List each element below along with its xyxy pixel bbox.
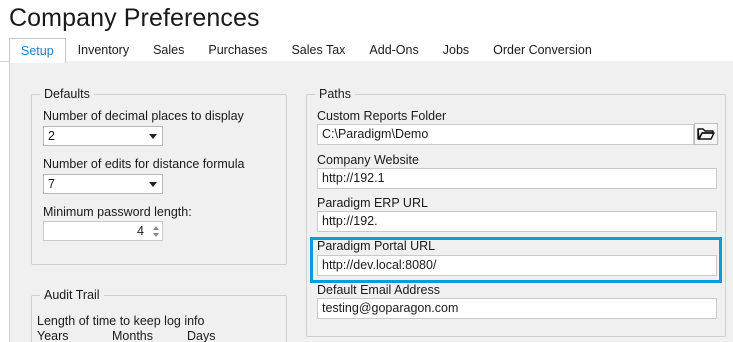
- tab-purchases[interactable]: Purchases: [196, 38, 279, 62]
- reports-folder-input[interactable]: C:\Paradigm\Demo: [317, 124, 694, 145]
- reports-folder-label: Custom Reports Folder: [317, 109, 447, 123]
- tab-bar: Setup Inventory Sales Purchases Sales Ta…: [9, 38, 604, 63]
- spin-up-icon[interactable]: [153, 226, 159, 230]
- window-title: Company Preferences: [9, 4, 260, 32]
- chevron-down-icon: [149, 182, 157, 187]
- password-length-label: Minimum password length:: [43, 205, 192, 219]
- erp-url-input[interactable]: http://192.: [317, 211, 717, 232]
- tab-jobs[interactable]: Jobs: [431, 38, 481, 62]
- default-email-label: Default Email Address: [317, 283, 440, 297]
- folder-icon: [697, 128, 715, 140]
- log-retention-label: Length of time to keep log info: [37, 314, 205, 328]
- days-label: Days: [187, 329, 216, 342]
- tab-sales[interactable]: Sales: [141, 38, 196, 62]
- distance-edits-select[interactable]: 7: [43, 174, 163, 194]
- spin-down-icon[interactable]: [153, 233, 159, 237]
- years-label: Years: [37, 329, 69, 342]
- chevron-down-icon: [149, 134, 157, 139]
- paths-legend: Paths: [319, 87, 351, 101]
- defaults-legend: Defaults: [44, 87, 90, 101]
- portal-url-highlight: [310, 237, 722, 283]
- company-website-input[interactable]: http://192.1: [317, 168, 717, 189]
- default-email-input[interactable]: testing@goparagon.com: [317, 298, 717, 319]
- tab-order-conversion[interactable]: Order Conversion: [481, 38, 604, 62]
- audit-trail-legend: Audit Trail: [44, 288, 100, 302]
- decimal-places-select[interactable]: 2: [43, 126, 163, 146]
- decimal-places-label: Number of decimal places to display: [43, 109, 244, 123]
- distance-edits-label: Number of edits for distance formula: [43, 157, 245, 171]
- tab-inventory[interactable]: Inventory: [66, 38, 141, 62]
- tab-sales-tax[interactable]: Sales Tax: [279, 38, 357, 62]
- browse-folder-button[interactable]: [694, 123, 718, 145]
- tab-add-ons[interactable]: Add-Ons: [357, 38, 430, 62]
- distance-edits-value: 7: [48, 177, 55, 191]
- company-website-label: Company Website: [317, 153, 419, 167]
- tab-setup[interactable]: Setup: [9, 38, 66, 63]
- password-length-value: 4: [137, 224, 144, 238]
- months-label: Months: [112, 329, 153, 342]
- erp-url-label: Paradigm ERP URL: [317, 196, 428, 210]
- decimal-places-value: 2: [48, 129, 55, 143]
- password-length-stepper[interactable]: 4: [43, 221, 163, 241]
